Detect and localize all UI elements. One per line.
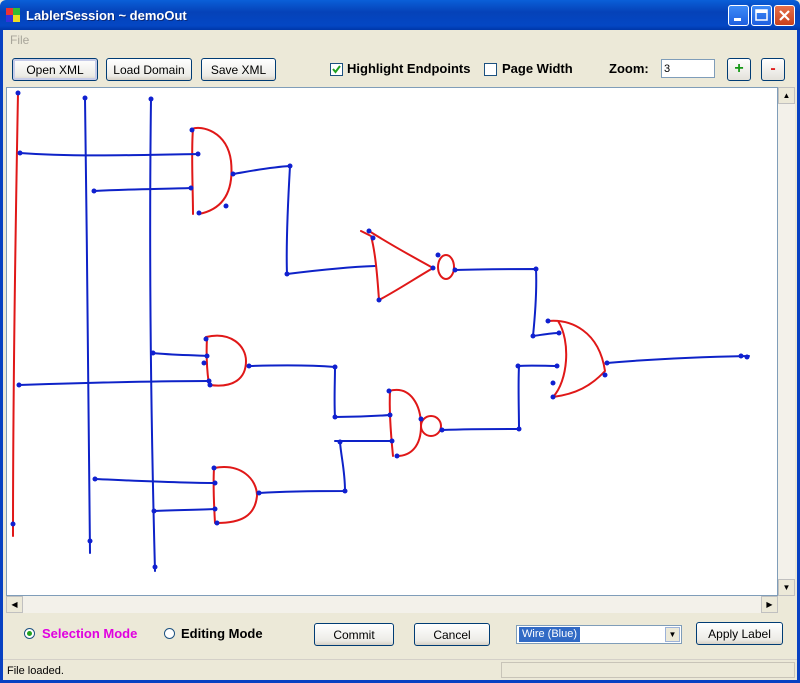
highlight-endpoints-label[interactable]: Highlight Endpoints (347, 61, 470, 76)
gate-and-1[interactable] (191, 126, 233, 215)
gate-nand[interactable] (388, 388, 422, 457)
wire[interactable] (248, 364, 391, 418)
horizontal-scrollbar[interactable]: ◀ ▶ (6, 596, 778, 613)
label-select[interactable]: Wire (Blue) ▼ (516, 625, 682, 644)
wire[interactable] (454, 268, 560, 337)
nand-bubble[interactable] (420, 415, 442, 437)
circuit-sketch[interactable] (6, 87, 773, 572)
scroll-left-button[interactable]: ◀ (6, 596, 23, 613)
arrow-down-icon: ▼ (782, 583, 791, 592)
arrow-up-icon: ▲ (782, 91, 791, 100)
editing-mode-label[interactable]: Editing Mode (181, 626, 263, 641)
maximize-button[interactable] (751, 5, 772, 26)
app-icon (6, 8, 20, 22)
arrow-right-icon: ▶ (766, 600, 773, 609)
scroll-right-button[interactable]: ▶ (761, 596, 778, 613)
load-domain-button[interactable]: Load Domain (106, 58, 192, 81)
plus-icon: + (734, 60, 744, 77)
vertical-scrollbar[interactable]: ▲ ▼ (778, 87, 795, 596)
wire[interactable] (18, 380, 210, 386)
gate-and-3[interactable] (212, 466, 258, 524)
wire[interactable] (441, 365, 520, 431)
sketch-canvas[interactable] (6, 87, 778, 596)
scroll-up-button[interactable]: ▲ (778, 87, 795, 104)
cancel-button[interactable]: Cancel (414, 623, 490, 646)
not-bubble[interactable] (437, 254, 455, 280)
wire[interactable] (258, 441, 346, 494)
wire[interactable] (94, 478, 216, 484)
status-panel (501, 662, 795, 678)
window-frame-left (0, 30, 3, 683)
open-xml-button[interactable]: Open XML (12, 58, 98, 81)
status-bar: File loaded. (3, 659, 797, 681)
label-select-dropdown-button[interactable]: ▼ (665, 627, 680, 642)
checkmark-icon (332, 65, 341, 74)
output-wire[interactable] (606, 355, 750, 364)
highlight-endpoints-checkbox[interactable] (330, 63, 343, 76)
apply-label-button[interactable]: Apply Label (696, 622, 783, 645)
scroll-down-button[interactable]: ▼ (778, 579, 795, 596)
minimize-button[interactable] (728, 5, 749, 26)
minus-icon: - (770, 60, 776, 77)
selection-mode-label[interactable]: Selection Mode (42, 626, 137, 641)
zoom-input[interactable] (661, 59, 715, 78)
wire[interactable] (153, 508, 216, 512)
save-xml-button[interactable]: Save XML (201, 58, 276, 81)
commit-button[interactable]: Commit (314, 623, 394, 646)
menu-bar: File (3, 30, 797, 49)
selection-mode-radio[interactable] (24, 628, 35, 639)
close-button[interactable] (774, 5, 795, 26)
window-title: LablerSession ~ demoOut (26, 8, 187, 23)
zoom-out-button[interactable]: - (761, 58, 785, 81)
wire[interactable] (93, 187, 192, 192)
status-text: File loaded. (7, 665, 64, 677)
editing-mode-radio[interactable] (164, 628, 175, 639)
input-line-2[interactable] (84, 97, 91, 554)
label-select-value: Wire (Blue) (519, 627, 581, 642)
wire[interactable] (232, 165, 376, 275)
close-icon (779, 10, 790, 21)
title-bar[interactable]: LablerSession ~ demoOut (0, 0, 800, 30)
minimize-icon (734, 18, 741, 21)
zoom-in-button[interactable]: + (727, 58, 751, 81)
endpoints (10, 90, 750, 570)
zoom-label: Zoom: (609, 61, 649, 76)
arrow-left-icon: ◀ (11, 600, 18, 609)
page-width-label[interactable]: Page Width (502, 61, 573, 76)
chevron-down-icon: ▼ (668, 630, 677, 639)
input-line-3[interactable] (149, 98, 156, 572)
gate-and-2[interactable] (205, 334, 247, 387)
wire[interactable] (19, 152, 199, 157)
page-width-checkbox[interactable] (484, 63, 497, 76)
wire[interactable] (152, 352, 208, 357)
input-line-1[interactable] (12, 92, 19, 537)
menu-file[interactable]: File (10, 33, 29, 47)
maximize-icon (755, 9, 768, 21)
